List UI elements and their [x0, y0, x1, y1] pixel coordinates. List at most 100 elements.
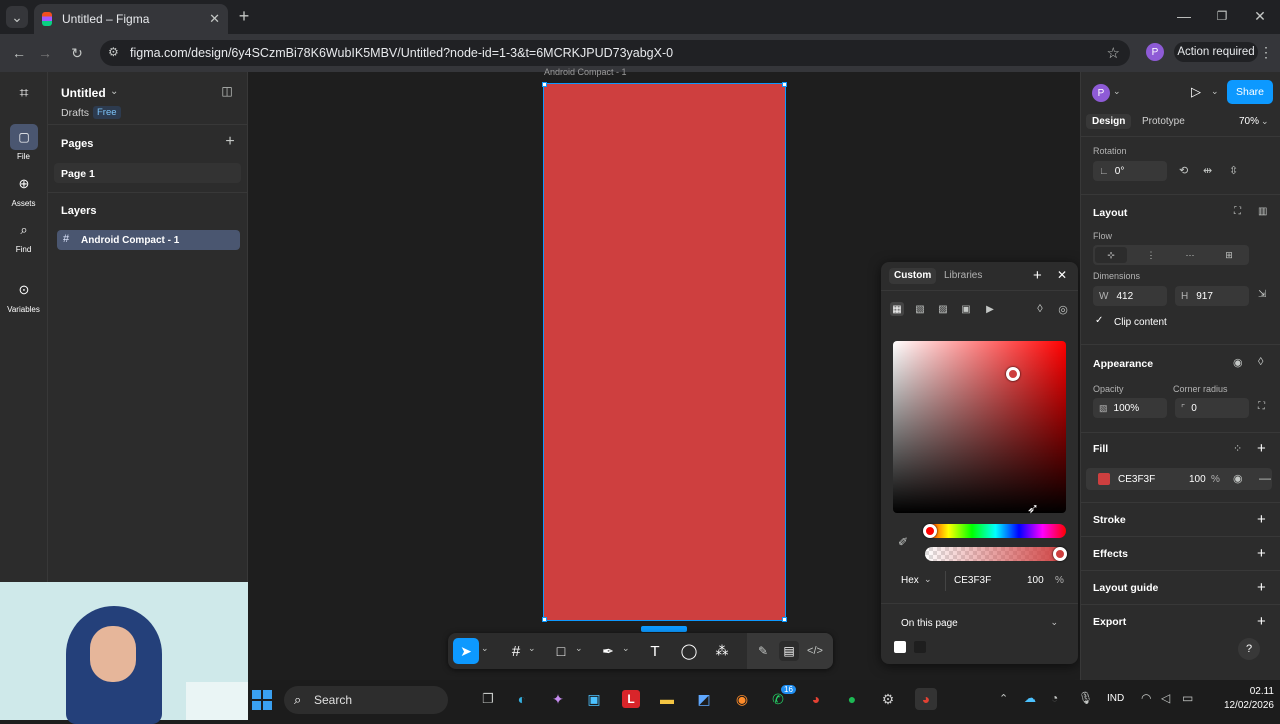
shape-tool-icon[interactable]: □ — [551, 641, 571, 661]
fill-visibility-icon[interactable]: ◉ — [1233, 472, 1243, 485]
fill-swatch[interactable] — [1098, 473, 1110, 485]
browser-tab[interactable]: Untitled – Figma ✕ — [34, 4, 228, 34]
clip-content-label[interactable]: Clip content — [1114, 317, 1167, 328]
file-name[interactable]: Untitled — [61, 86, 106, 100]
taskbar-search[interactable]: ⌕ Search — [284, 686, 448, 714]
blend-mode-icon[interactable]: ◊ — [1033, 302, 1047, 316]
figma-menu-icon[interactable]: ⌗ — [14, 84, 34, 104]
fill-hex[interactable]: CE3F3F — [1118, 474, 1155, 485]
flow-freeform-icon[interactable]: ⊹ — [1095, 247, 1127, 263]
add-fill-icon[interactable]: + — [1257, 440, 1266, 457]
corner-radius-input[interactable]: ⌜ 0 — [1175, 398, 1249, 418]
flip-vertical-icon[interactable]: ⇳ — [1229, 164, 1238, 177]
layer-item[interactable]: # Android Compact - 1 — [57, 230, 240, 250]
present-icon[interactable]: ▷ — [1191, 84, 1201, 100]
browser-menu-icon[interactable]: ⋮ — [1258, 43, 1274, 61]
help-button[interactable]: ? — [1238, 638, 1260, 660]
independent-corners-icon[interactable]: ⛶ — [1258, 401, 1265, 412]
layout-grid-icon[interactable]: ▥ — [1258, 206, 1267, 217]
add-effect-icon[interactable]: + — [1257, 545, 1266, 562]
avatar-chevron-icon[interactable]: ⌄ — [1113, 86, 1121, 97]
add-style-icon[interactable]: + — [1033, 267, 1042, 284]
design-mode-icon[interactable]: ▤ — [779, 641, 799, 661]
auto-layout-icon[interactable]: ⛶ — [1234, 206, 1241, 217]
forward-icon[interactable]: → — [36, 44, 54, 62]
actions-tool-icon[interactable]: ⁂ — [712, 641, 732, 661]
move-tool-icon[interactable]: ➤ — [453, 638, 479, 664]
sketch-app-icon[interactable]: ◩ — [695, 690, 713, 708]
flip-horizontal-icon[interactable]: ⇹ — [1203, 164, 1212, 177]
video-fill-icon[interactable]: ▶ — [983, 302, 997, 316]
app-l-icon[interactable]: L — [622, 690, 640, 708]
user-avatar[interactable]: P — [1092, 84, 1110, 102]
new-tab-icon[interactable]: + — [236, 6, 252, 26]
maximize-icon[interactable]: ❐ — [1214, 8, 1230, 24]
draw-mode-icon[interactable]: ✎ — [753, 641, 773, 661]
tab-custom[interactable]: Custom — [889, 268, 937, 284]
language-indicator[interactable]: IND — [1107, 693, 1124, 704]
fill-opacity[interactable]: 100 — [1189, 474, 1206, 485]
flow-grid-icon[interactable]: ⊞ — [1213, 247, 1245, 263]
pen-tool-chevron-icon[interactable]: ⌄ — [622, 643, 630, 654]
resize-handle[interactable] — [542, 82, 547, 87]
opacity-input[interactable]: ▧ 100% — [1093, 398, 1167, 418]
assets-icon[interactable]: ⊕ — [14, 174, 34, 194]
height-input[interactable]: H 917 — [1175, 286, 1249, 306]
microphone-icon[interactable]: 🎙 — [1078, 691, 1093, 705]
saturation-value-area[interactable] — [893, 341, 1066, 513]
image-fill-icon[interactable]: ▣ — [959, 302, 973, 316]
zoom-chevron-icon[interactable]: ⌄ — [1261, 116, 1269, 127]
tab-search-chevron-icon[interactable]: ⌄ — [6, 6, 28, 28]
pen-tool-icon[interactable]: ✒ — [598, 641, 618, 661]
move-tool-chevron-icon[interactable]: ⌄ — [481, 643, 489, 654]
add-layout-guide-icon[interactable]: + — [1257, 579, 1266, 596]
task-view-icon[interactable]: ❐ — [479, 690, 497, 708]
clip-content-checkbox-icon[interactable]: ✓ — [1095, 315, 1103, 326]
url-field[interactable]: ⚙ figma.com/design/6y4SCzmBi78K6WubIK5MB… — [100, 40, 1130, 66]
width-input[interactable]: W 412 — [1093, 286, 1167, 306]
color-area-handle[interactable] — [1006, 367, 1020, 381]
variables-icon[interactable]: ⊙ — [14, 280, 34, 300]
settings-gear-icon[interactable]: ⚙ — [879, 690, 897, 708]
constrain-proportions-icon[interactable]: ⇲ — [1258, 289, 1266, 300]
page-item[interactable]: Page 1 — [54, 163, 241, 183]
flow-vertical-icon[interactable]: ⋮ — [1135, 247, 1167, 263]
tray-app-icon[interactable]: ◔ — [1051, 691, 1058, 705]
rotate-90-icon[interactable]: ⟲ — [1179, 164, 1188, 177]
add-export-icon[interactable]: + — [1257, 613, 1266, 630]
minimize-icon[interactable]: — — [1176, 8, 1192, 24]
fill-styles-icon[interactable]: ⁘ — [1233, 442, 1242, 455]
palette-icon[interactable]: ◎ — [1056, 302, 1070, 316]
reload-icon[interactable]: ↻ — [68, 44, 86, 62]
dev-mode-icon[interactable]: </> — [805, 641, 825, 661]
resize-handle[interactable] — [782, 82, 787, 87]
tab-design[interactable]: Design — [1086, 114, 1132, 129]
resize-handle[interactable] — [542, 617, 547, 622]
file-name-chevron-icon[interactable]: ⌄ — [110, 86, 118, 97]
flow-horizontal-icon[interactable]: ⋯ — [1174, 247, 1206, 263]
tray-chevron-icon[interactable]: ⌃ — [999, 692, 1008, 705]
drafts-label[interactable]: Drafts — [61, 107, 89, 119]
action-required-button[interactable]: Action required — [1174, 42, 1258, 62]
store-icon[interactable]: ▣ — [585, 690, 603, 708]
hue-slider-handle[interactable] — [923, 524, 937, 538]
onedrive-icon[interactable]: ☁ — [1024, 691, 1036, 705]
swatch-black[interactable] — [914, 641, 926, 653]
solid-fill-icon[interactable]: ▦ — [890, 302, 904, 316]
remove-fill-icon[interactable]: — — [1259, 471, 1271, 485]
zoom-level[interactable]: 70% — [1239, 116, 1259, 127]
library-scope-select[interactable]: On this page ⌄ — [893, 614, 1066, 634]
chrome-icon[interactable]: ◕ — [807, 690, 825, 708]
text-tool-icon[interactable]: T — [645, 641, 665, 661]
panel-toggle-icon[interactable]: ◫ — [220, 84, 234, 98]
alpha-slider[interactable] — [925, 547, 1066, 561]
frame-tool-chevron-icon[interactable]: ⌄ — [528, 643, 536, 654]
tab-libraries[interactable]: Libraries — [944, 270, 982, 281]
frame-label[interactable]: Android Compact - 1 — [544, 67, 627, 77]
back-icon[interactable]: ← — [10, 44, 28, 62]
profile-avatar[interactable]: P — [1146, 43, 1164, 61]
color-format-select[interactable]: Hex — [901, 575, 919, 586]
app-orange-icon[interactable]: ◉ — [733, 690, 751, 708]
shape-tool-chevron-icon[interactable]: ⌄ — [575, 643, 583, 654]
alpha-input[interactable]: 100 — [1027, 575, 1044, 586]
